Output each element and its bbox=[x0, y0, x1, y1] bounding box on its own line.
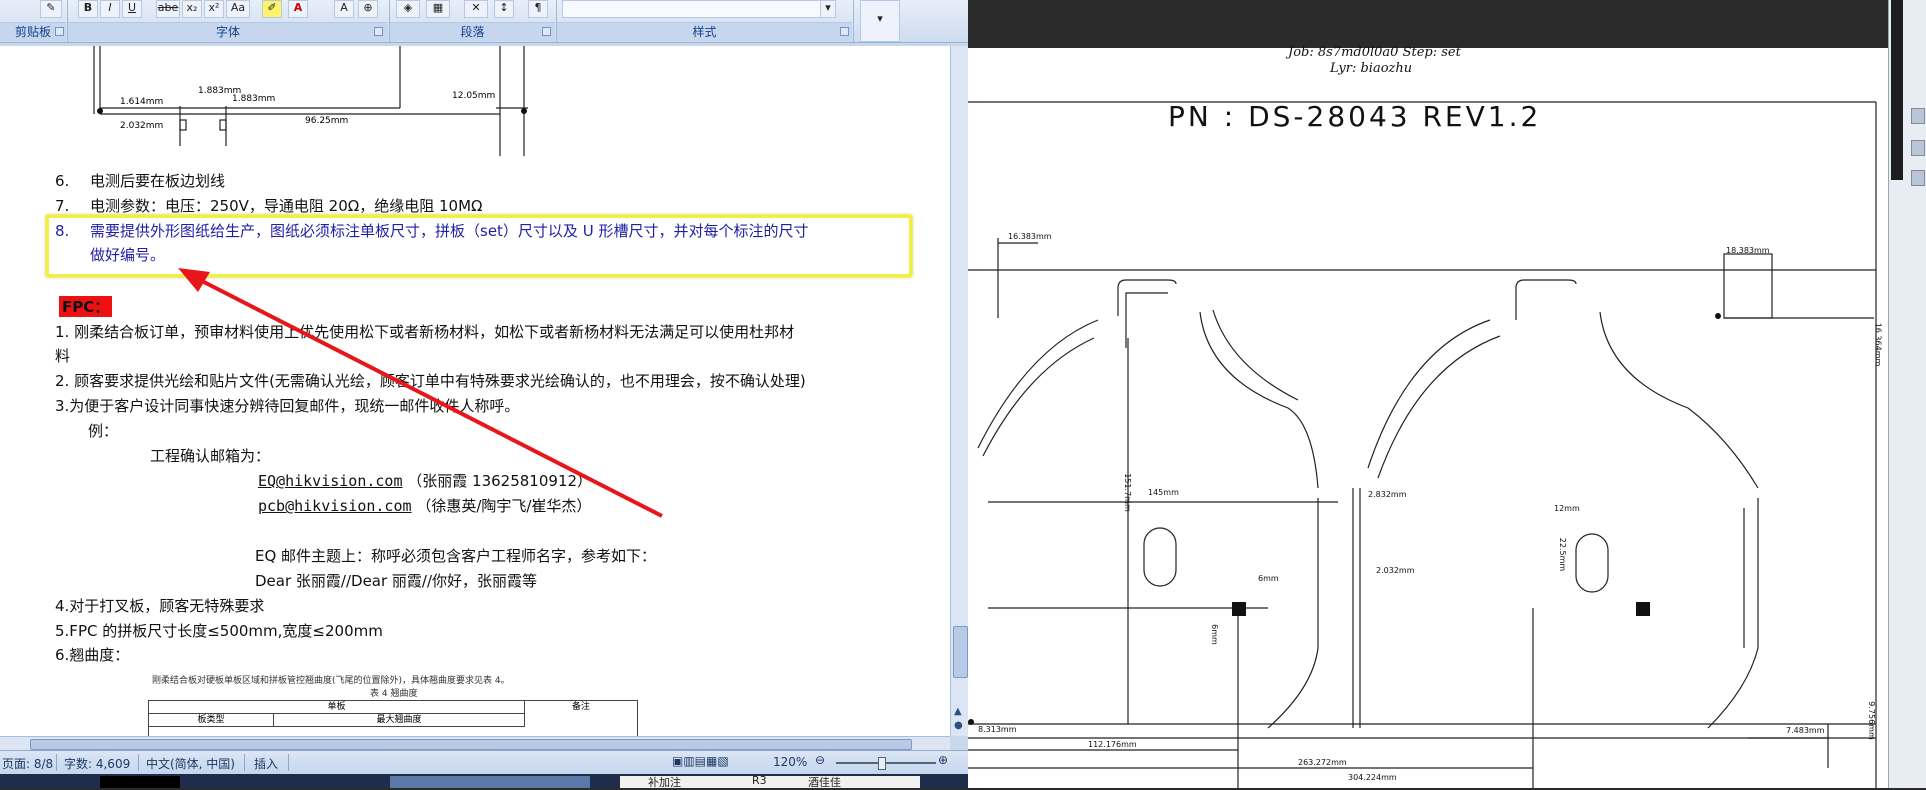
side-panel bbox=[1888, 0, 1926, 788]
fiducial-mark bbox=[1232, 602, 1246, 616]
annotation-arrow bbox=[178, 268, 663, 518]
panel-button[interactable] bbox=[1911, 108, 1925, 124]
dim-label: 6mm bbox=[1258, 574, 1279, 583]
dim-label: 12mm bbox=[1554, 504, 1580, 513]
fiducial-mark bbox=[1636, 602, 1650, 616]
panel-button[interactable] bbox=[1911, 140, 1925, 156]
dim-label: 16.383mm bbox=[1008, 232, 1052, 241]
pn-title: PN : DS-28043 REV1.2 bbox=[1168, 100, 1542, 133]
dim-label: 145mm bbox=[1148, 488, 1179, 497]
dim-label: 9.756mm bbox=[1866, 701, 1876, 740]
dim-label: 304.224mm bbox=[1348, 773, 1397, 782]
panel-button[interactable] bbox=[1911, 170, 1925, 186]
panel-edge bbox=[1891, 0, 1903, 180]
dim-label: 7.483mm bbox=[1786, 726, 1825, 735]
dim-label: 263.272mm bbox=[1298, 758, 1347, 767]
dim-label: 18.383mm bbox=[1726, 246, 1770, 255]
dim-label: 8.313mm bbox=[978, 725, 1017, 734]
pcb-drawing bbox=[968, 101, 1877, 788]
dim-label: 151.7mm bbox=[1122, 473, 1132, 512]
dim-label: 16.364mm bbox=[1873, 322, 1883, 367]
dim-label: 6mm bbox=[1209, 624, 1219, 645]
pdf-page[interactable]: Job: 8s7md0l0a0 Step: set Lyr: biaozhu P… bbox=[968, 45, 1888, 788]
dim-label: 22.5mm bbox=[1558, 537, 1568, 572]
dim-label: 112.176mm bbox=[1088, 740, 1137, 749]
dim-label: 2.032mm bbox=[1376, 566, 1415, 575]
dim-label: 2.832mm bbox=[1368, 490, 1407, 499]
